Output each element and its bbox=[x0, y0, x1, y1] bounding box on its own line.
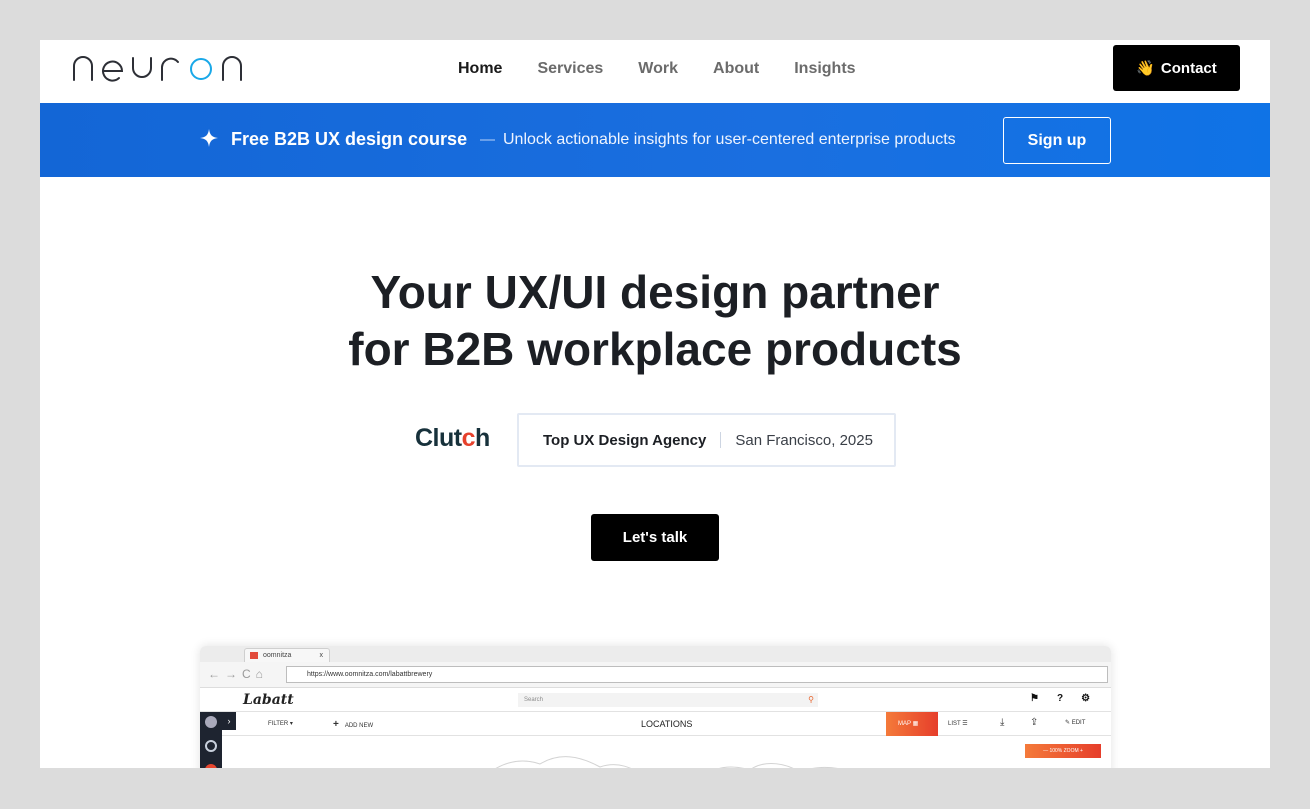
mock-section-title: LOCATIONS bbox=[641, 719, 693, 729]
award-badge: Top UX Design Agency San Francisco, 2025 bbox=[517, 413, 896, 467]
settings-icon: ⚙ bbox=[1081, 693, 1091, 704]
mock-zoom-control: — 100% ZOOM + bbox=[1025, 744, 1101, 758]
promo-banner: Free B2B UX design course — Unlock actio… bbox=[40, 103, 1270, 177]
mock-filter: FILTER ▾ bbox=[268, 721, 293, 727]
mock-search: Search ⚲ bbox=[518, 693, 818, 707]
product-screenshot: oomnitza x ←→C⌂ https://www.oomnitza.com… bbox=[200, 646, 1111, 768]
flag-icon: ⚑ bbox=[1030, 693, 1039, 704]
contact-button[interactable]: 👋 Contact bbox=[1113, 45, 1240, 91]
neuron-logo[interactable] bbox=[72, 54, 246, 82]
lets-talk-button[interactable]: Let's talk bbox=[591, 514, 719, 561]
clutch-logo[interactable]: Clutch bbox=[415, 424, 490, 453]
map-sketch bbox=[495, 756, 838, 768]
award-title: Top UX Design Agency bbox=[543, 431, 707, 449]
award-location: San Francisco, 2025 bbox=[735, 431, 873, 449]
help-icon: ? bbox=[1056, 693, 1064, 704]
contact-label: Contact bbox=[1160, 59, 1217, 77]
mock-add-new: + ADD NEW bbox=[333, 719, 373, 730]
waving-hand-icon: 👋 bbox=[1136, 60, 1155, 77]
banner-separator: — bbox=[480, 131, 495, 148]
mock-url: https://www.oomnitza.com/labattbrewery bbox=[286, 666, 1108, 683]
nav-work[interactable]: Work bbox=[638, 60, 678, 78]
download-icon: ⤓ bbox=[1000, 717, 1005, 728]
sparkle-icon bbox=[200, 129, 218, 147]
mock-edit: ✎ EDIT bbox=[1065, 720, 1086, 726]
share-icon: ⇪ bbox=[1030, 717, 1039, 728]
plus-icon: + bbox=[333, 719, 339, 730]
banner-text: Unlock actionable insights for user-cent… bbox=[503, 131, 956, 148]
main-nav: Home Services Work About Insights bbox=[458, 60, 891, 78]
nav-about[interactable]: About bbox=[713, 60, 759, 78]
site-header: Home Services Work About Insights 👋 Cont… bbox=[40, 40, 1270, 103]
banner-title[interactable]: Free B2B UX design course bbox=[231, 129, 467, 150]
nav-insights[interactable]: Insights bbox=[794, 60, 855, 78]
mock-edit-label: EDIT bbox=[1071, 720, 1086, 726]
mock-sidebar bbox=[200, 712, 222, 768]
chevron-right-icon: › bbox=[222, 712, 236, 730]
mock-tab-bar: oomnitza x bbox=[200, 646, 1111, 662]
mock-add-label: ADD NEW bbox=[344, 723, 374, 729]
mock-url-bar: ←→C⌂ https://www.oomnitza.com/labattbrew… bbox=[200, 662, 1111, 688]
mock-map-label: MAP bbox=[898, 721, 911, 727]
circle-icon bbox=[205, 740, 217, 752]
browser-nav-icons: ←→C⌂ bbox=[208, 667, 268, 681]
alert-icon bbox=[205, 764, 217, 768]
favicon-icon bbox=[250, 652, 258, 659]
avatar bbox=[205, 716, 217, 728]
mock-app-bar: Labatt Search ⚲ ⚑ ? ⚙ bbox=[200, 688, 1111, 712]
hero-title-line2: for B2B workplace products bbox=[348, 323, 962, 375]
hero-title-line1: Your UX/UI design partner bbox=[370, 266, 940, 318]
mock-brand: Labatt bbox=[243, 692, 294, 708]
hero-title: Your UX/UI design partner for B2B workpl… bbox=[40, 264, 1270, 378]
nav-services[interactable]: Services bbox=[537, 60, 603, 78]
mock-list-tab: LIST ☰ bbox=[948, 721, 968, 727]
signup-button[interactable]: Sign up bbox=[1003, 117, 1111, 164]
close-icon: x bbox=[319, 652, 324, 659]
search-icon: ⚲ bbox=[808, 695, 814, 704]
mock-tab-title: oomnitza bbox=[263, 652, 292, 659]
mock-search-placeholder: Search bbox=[524, 697, 544, 703]
badge-divider bbox=[720, 432, 722, 448]
mock-list-label: LIST bbox=[948, 721, 961, 727]
mock-app-icons: ⚑ ? ⚙ bbox=[1030, 693, 1090, 704]
mock-map-tab: MAP ▦ bbox=[886, 712, 938, 736]
mock-tab: oomnitza x bbox=[244, 648, 330, 662]
page: Home Services Work About Insights 👋 Cont… bbox=[40, 40, 1270, 768]
nav-home[interactable]: Home bbox=[458, 60, 502, 78]
